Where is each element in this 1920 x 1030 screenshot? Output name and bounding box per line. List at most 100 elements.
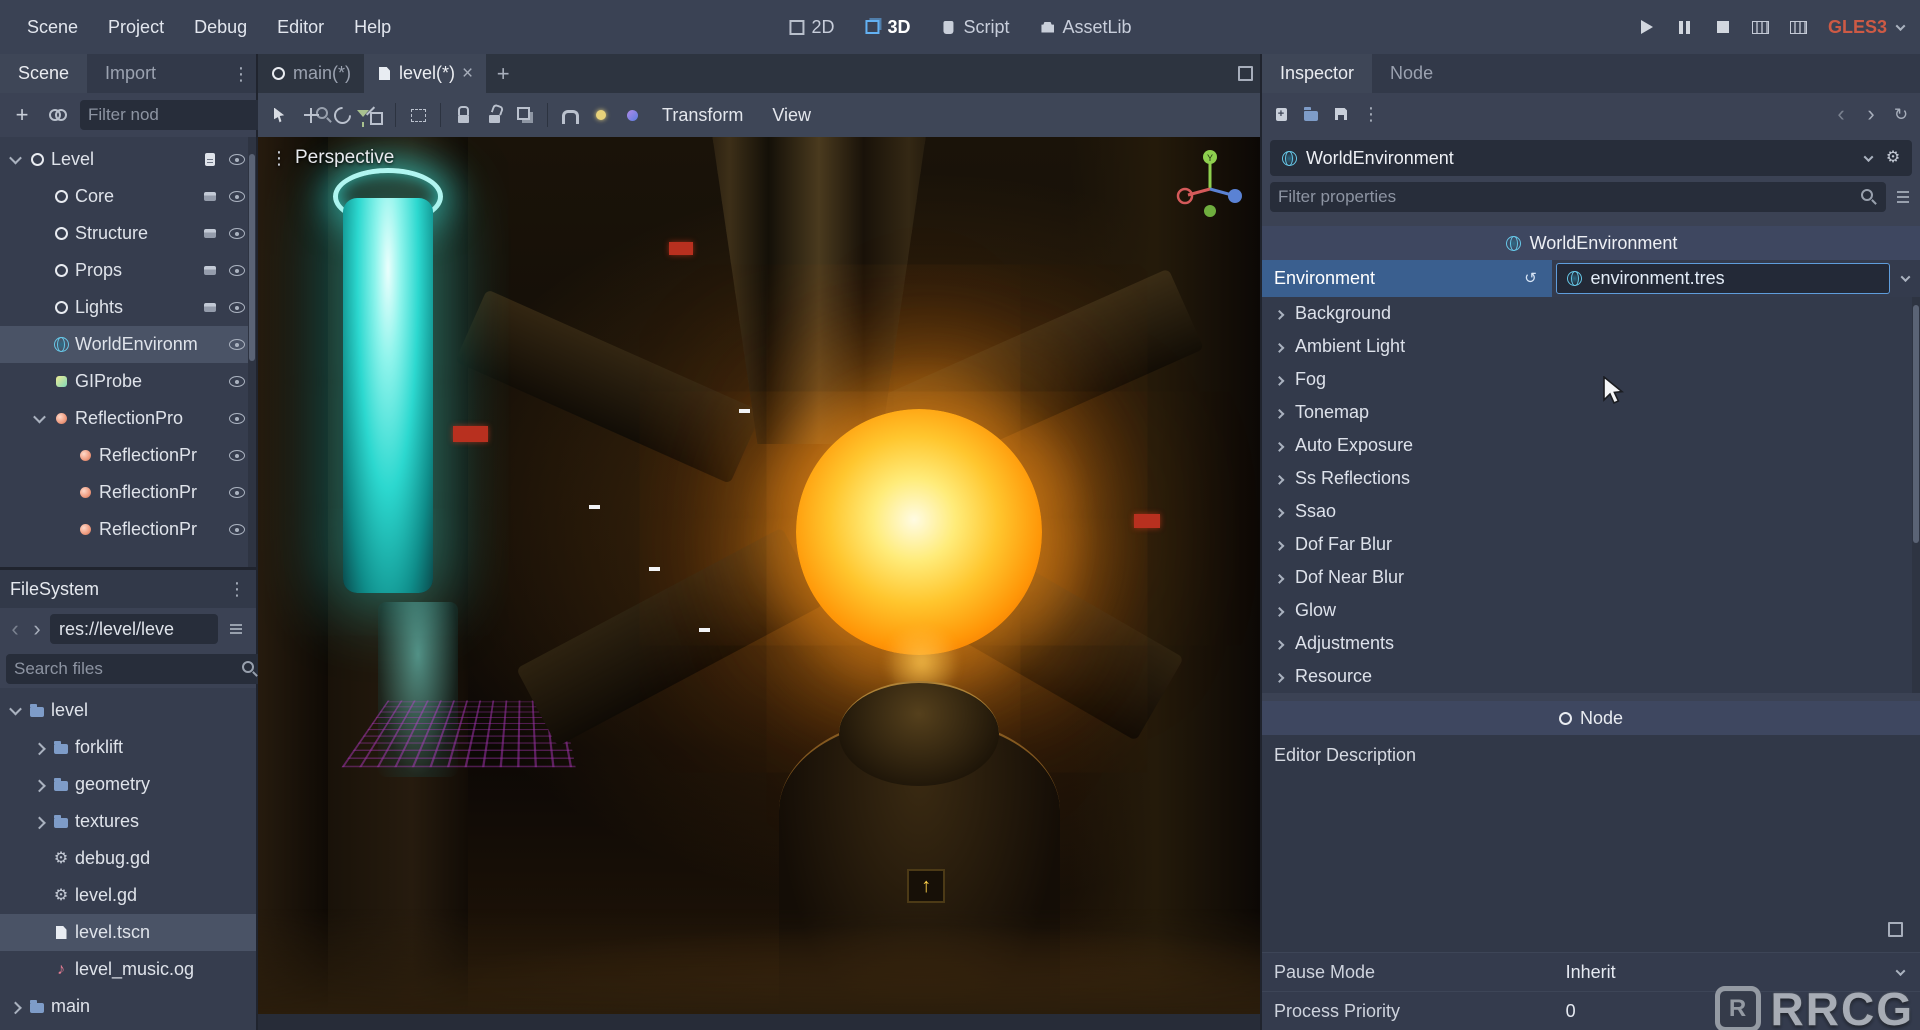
environment-property-label-cell[interactable]: Environment — [1262, 260, 1552, 297]
tree-row[interactable]: Lights — [0, 289, 256, 326]
inspector-property-row[interactable]: Glow — [1262, 594, 1920, 627]
eye-icon[interactable] — [228, 336, 246, 354]
resource-dropdown-icon[interactable] — [1892, 271, 1918, 286]
bottom-panel-strip[interactable] — [258, 1014, 1260, 1030]
file-search-field[interactable] — [6, 654, 267, 684]
eye-icon[interactable] — [228, 262, 246, 280]
select-tool-icon[interactable] — [266, 101, 294, 129]
pause-mode-dropdown[interactable]: Inherit — [1566, 962, 1908, 983]
expand-chevron[interactable] — [32, 263, 47, 278]
snap-icon[interactable] — [556, 101, 584, 129]
view-menu[interactable]: View — [759, 105, 824, 126]
expand-chevron[interactable] — [56, 448, 71, 463]
edited-node-selector[interactable]: WorldEnvironment — [1270, 140, 1912, 176]
tree-row[interactable]: level.gd — [0, 877, 256, 914]
box-select-icon[interactable] — [404, 101, 432, 129]
eye-icon[interactable] — [228, 521, 246, 539]
play-scene-button[interactable] — [1752, 18, 1770, 36]
file-search-input[interactable] — [14, 659, 235, 679]
tab-import[interactable]: Import — [87, 54, 174, 93]
expand-chevron[interactable] — [32, 962, 47, 977]
expand-chevron[interactable] — [8, 999, 23, 1014]
inspector-property-row[interactable]: Background — [1262, 297, 1920, 330]
expand-chevron[interactable] — [32, 374, 47, 389]
inspector-scrollbar[interactable] — [1912, 297, 1920, 693]
tab-scene[interactable]: Scene — [0, 54, 87, 93]
inspector-property-row[interactable]: Resource — [1262, 660, 1920, 693]
badge-icon[interactable] — [201, 299, 219, 317]
tree-row[interactable]: Core — [0, 178, 256, 215]
eye-icon[interactable] — [228, 225, 246, 243]
transform-menu[interactable]: Transform — [649, 105, 756, 126]
expand-chevron[interactable] — [8, 703, 23, 718]
eye-icon[interactable] — [228, 484, 246, 502]
node-section-bar[interactable]: Node — [1262, 701, 1920, 735]
resource-menu-icon[interactable] — [1362, 105, 1380, 123]
node-tools-icon[interactable] — [1884, 149, 1902, 167]
tab-node[interactable]: Node — [1372, 54, 1451, 93]
badge-icon[interactable] — [201, 225, 219, 243]
tab-inspector[interactable]: Inspector — [1262, 54, 1372, 93]
environment-resource-button[interactable]: environment.tres — [1556, 263, 1890, 294]
tree-row[interactable]: geometry — [0, 766, 256, 803]
pause-button[interactable] — [1676, 18, 1694, 36]
tree-row[interactable]: GIProbe — [0, 363, 256, 400]
tree-row[interactable]: Props — [0, 252, 256, 289]
renderer-dropdown[interactable]: GLES3 — [1828, 17, 1908, 38]
perspective-menu[interactable]: ⋮ Perspective — [270, 147, 394, 169]
expand-chevron[interactable] — [32, 411, 47, 426]
tree-row[interactable]: level_music.og — [0, 951, 256, 988]
mode-3d-button[interactable]: 3D — [864, 17, 910, 38]
inspector-property-row[interactable]: Ssao — [1262, 495, 1920, 528]
mode-script-button[interactable]: Script — [940, 17, 1009, 38]
mode-2d-button[interactable]: 2D — [788, 17, 834, 38]
menubar-menu[interactable]: Help — [339, 9, 406, 46]
eye-icon[interactable] — [228, 410, 246, 428]
stop-button[interactable] — [1714, 18, 1732, 36]
split-mode-icon[interactable] — [222, 615, 250, 643]
tree-row[interactable]: Structure — [0, 215, 256, 252]
environment-preview-icon[interactable] — [618, 101, 646, 129]
eye-icon[interactable] — [228, 151, 246, 169]
tree-row[interactable]: level — [0, 692, 256, 729]
3d-viewport[interactable]: ↑ ⋮ Perspective Y — [258, 137, 1260, 1014]
path-breadcrumb[interactable]: res://level/leve — [50, 614, 218, 644]
inspector-section-header[interactable]: WorldEnvironment — [1262, 226, 1920, 260]
inspector-property-row[interactable]: Ss Reflections — [1262, 462, 1920, 495]
nav-back-icon[interactable] — [6, 620, 24, 638]
eye-icon[interactable] — [228, 373, 246, 391]
menubar-menu[interactable]: Debug — [179, 9, 262, 46]
inspector-property-row[interactable]: Fog — [1262, 363, 1920, 396]
eye-icon[interactable] — [228, 188, 246, 206]
mode-assetlib-button[interactable]: AssetLib — [1040, 17, 1132, 38]
property-options-icon[interactable] — [1894, 188, 1912, 206]
inspector-property-row[interactable]: Ambient Light — [1262, 330, 1920, 363]
scale-tool-icon[interactable] — [359, 101, 387, 129]
expand-chevron[interactable] — [32, 740, 47, 755]
tree-row[interactable]: ReflectionPro — [0, 400, 256, 437]
save-resource-icon[interactable] — [1332, 105, 1350, 123]
expand-chevron[interactable] — [8, 152, 23, 167]
expand-description-icon[interactable] — [1886, 920, 1904, 938]
expand-chevron[interactable] — [32, 888, 47, 903]
expand-chevron[interactable] — [32, 226, 47, 241]
scene-tab-level[interactable]: level(*) × — [364, 54, 486, 93]
inspector-property-row[interactable]: Dof Near Blur — [1262, 561, 1920, 594]
menubar-menu[interactable]: Scene — [12, 9, 93, 46]
load-resource-icon[interactable] — [1302, 105, 1320, 123]
tree-row[interactable]: forklift — [0, 729, 256, 766]
view-gizmo[interactable]: Y — [1170, 143, 1250, 223]
expand-chevron[interactable] — [32, 814, 47, 829]
new-resource-icon[interactable] — [1272, 105, 1290, 123]
lock-icon[interactable] — [449, 101, 477, 129]
new-scene-tab-button[interactable]: + — [486, 54, 520, 93]
expand-chevron[interactable] — [32, 851, 47, 866]
tree-row[interactable]: ReflectionPr — [0, 511, 256, 548]
play-custom-scene-button[interactable] — [1790, 18, 1808, 36]
menubar-menu[interactable]: Project — [93, 9, 179, 46]
tree-row[interactable]: debug.gd — [0, 840, 256, 877]
dock-menu-icon[interactable] — [226, 54, 256, 93]
tree-row[interactable]: WorldEnvironm — [0, 326, 256, 363]
tree-row[interactable]: main — [0, 988, 256, 1025]
menubar-menu[interactable]: Editor — [262, 9, 339, 46]
